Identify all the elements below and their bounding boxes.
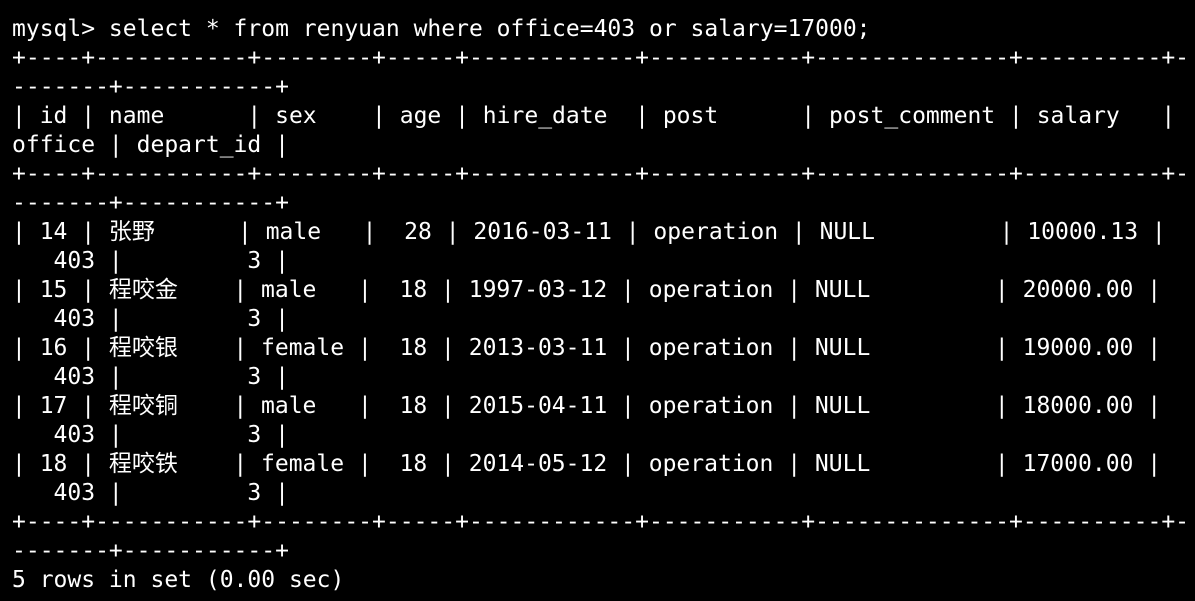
result-summary: 5 rows in set (0.00 sec) xyxy=(12,567,345,593)
terminal-output: mysql> select * from renyuan where offic… xyxy=(12,15,1189,595)
table-row: | 17 | 程咬铜 | male | 18 | 2015-04-11 | op… xyxy=(12,393,1162,419)
table-row: | 18 | 程咬铁 | female | 18 | 2014-05-12 | … xyxy=(12,451,1162,477)
table-row: | 15 | 程咬金 | male | 18 | 1997-03-12 | op… xyxy=(12,277,1162,303)
table-row-wrap: 403 | 3 | xyxy=(12,364,289,390)
terminal-window[interactable]: mysql> select * from renyuan where offic… xyxy=(0,0,1195,601)
table-header-row-wrap: office | depart_id | xyxy=(12,132,289,158)
table-border-header-wrap: -------+-----------+ xyxy=(12,190,289,216)
table-border-top: +----+-----------+--------+-----+-------… xyxy=(12,45,1190,71)
table-row-wrap: 403 | 3 | xyxy=(12,480,289,506)
table-row-wrap: 403 | 3 | xyxy=(12,422,289,448)
table-header-row: | id | name | sex | age | hire_date | po… xyxy=(12,103,1176,129)
table-border-bottom: +----+-----------+--------+-----+-------… xyxy=(12,509,1190,535)
table-border-top-wrap: -------+-----------+ xyxy=(12,74,289,100)
table-border-bottom-wrap: -------+-----------+ xyxy=(12,538,289,564)
table-row-wrap: 403 | 3 | xyxy=(12,248,289,274)
table-row: | 16 | 程咬银 | female | 18 | 2013-03-11 | … xyxy=(12,335,1162,361)
command-line: mysql> select * from renyuan where offic… xyxy=(12,16,871,42)
table-row-wrap: 403 | 3 | xyxy=(12,306,289,332)
table-row: | 14 | 张野 | male | 28 | 2016-03-11 | ope… xyxy=(12,219,1166,245)
table-border-header: +----+-----------+--------+-----+-------… xyxy=(12,161,1190,187)
